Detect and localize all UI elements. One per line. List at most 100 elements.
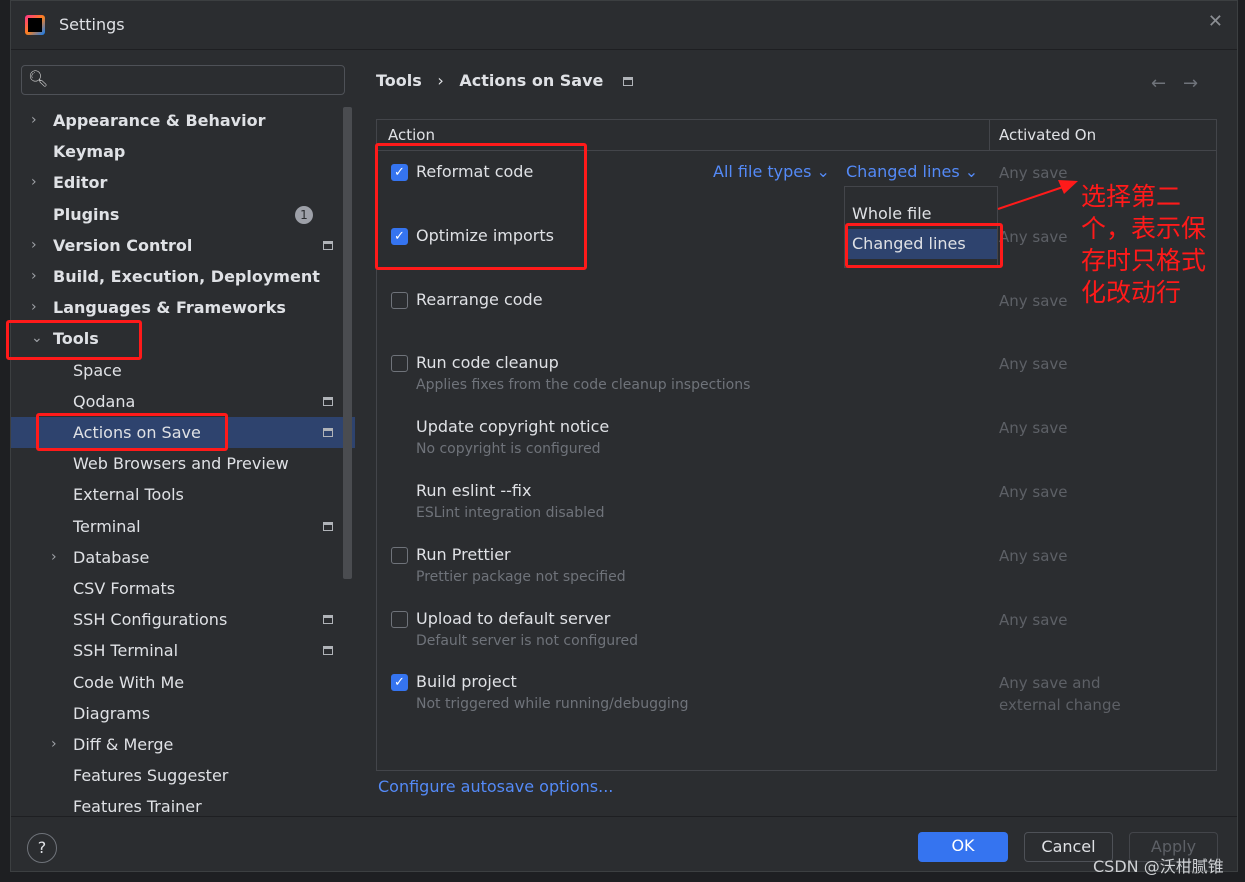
action-description: Applies fixes from the code cleanup insp… (416, 377, 751, 394)
annotation-highlight-box (6, 320, 142, 360)
forward-arrow-icon[interactable]: → (1183, 73, 1198, 94)
project-scope-icon (323, 396, 333, 406)
activated-on-value[interactable]: Any save (999, 481, 1068, 503)
annotation-highlight-box (845, 223, 1003, 268)
sidebar-item-label: Diff & Merge (73, 735, 174, 754)
sidebar-item-appearance-behavior[interactable]: › Appearance & Behavior (11, 105, 355, 136)
action-description: ESLint integration disabled (416, 505, 605, 521)
chevron-right-icon[interactable]: › (51, 729, 57, 760)
activated-on-value[interactable]: Any save and external change (999, 672, 1121, 716)
sidebar-item-terminal[interactable]: Terminal (11, 511, 355, 542)
chevron-right-icon[interactable]: › (51, 542, 57, 573)
update-count-badge: 1 (295, 205, 313, 224)
sidebar-item-build-execution-deployment[interactable]: › Build, Execution, Deployment (11, 261, 355, 292)
checkbox[interactable] (391, 546, 408, 564)
sidebar-item-code-with-me[interactable]: Code With Me (11, 667, 355, 698)
sidebar-item-label: Build, Execution, Deployment (53, 267, 320, 286)
sidebar-item-label: Languages & Frameworks (53, 298, 286, 318)
sidebar-item-features-trainer[interactable]: Features Trainer (11, 791, 355, 822)
sidebar-item-web-browsers-and-preview[interactable]: Web Browsers and Preview (11, 448, 355, 479)
sidebar-item-label: Editor (53, 173, 108, 193)
project-scope-icon (323, 521, 333, 531)
chevron-right-icon[interactable]: › (31, 261, 37, 292)
scope-dropdown[interactable]: Changed lines ⌄ (846, 162, 978, 181)
sidebar-item-label: Code With Me (73, 672, 185, 692)
activated-on-value[interactable]: Any save (999, 226, 1068, 248)
chevron-right-icon[interactable]: › (31, 167, 37, 198)
action-label: Run code cleanup (416, 353, 559, 373)
checkbox[interactable]: ✓ (391, 674, 408, 692)
project-scope-icon (323, 240, 333, 250)
activated-on-value[interactable]: Any save (999, 417, 1068, 439)
breadcrumb: Tools › Actions on Save (376, 71, 633, 90)
sidebar-item-label: Plugins (53, 204, 120, 224)
sidebar-item-diff-merge[interactable]: › Diff & Merge (11, 729, 355, 760)
sidebar-item-label: Web Browsers and Preview (73, 454, 289, 474)
column-divider[interactable] (989, 120, 990, 151)
sidebar-item-label: SSH Terminal (73, 641, 179, 661)
file-types-dropdown[interactable]: All file types ⌄ (713, 162, 830, 181)
settings-search-input[interactable]: 🔍︎ (21, 65, 345, 95)
divider (11, 816, 1237, 817)
sidebar-item-database[interactable]: › Database (11, 542, 355, 573)
sidebar-item-ssh-configurations[interactable]: SSH Configurations (11, 604, 355, 635)
sidebar-item-diagrams[interactable]: Diagrams (11, 698, 355, 729)
checkbox[interactable] (391, 291, 408, 309)
activated-on-value[interactable]: Any save (999, 545, 1068, 567)
ok-button[interactable]: OK (918, 832, 1008, 862)
sidebar-item-label: Features Suggester (73, 766, 229, 786)
divider (11, 49, 1237, 50)
project-scope-icon (323, 428, 333, 437)
sidebar-item-label: Database (73, 547, 150, 567)
sidebar-item-label: SSH Configurations (73, 610, 228, 630)
annotation-text: 选择第二个，表示保存时只格式化改动行 (1081, 182, 1207, 307)
annotation-highlight-box (36, 413, 228, 451)
sidebar-item-label: CSV Formats (73, 579, 176, 598)
sidebar-item-keymap[interactable]: Keymap (11, 136, 355, 167)
action-label: Upload to default server (416, 608, 611, 628)
action-label: Run eslint --fix (416, 481, 532, 500)
activated-on-value[interactable]: Any save (999, 353, 1068, 375)
action-label: Run Prettier (416, 544, 511, 564)
activated-on-value[interactable]: Any save (999, 290, 1068, 312)
action-label: Update copyright notice (416, 417, 610, 437)
sidebar-scrollbar[interactable] (343, 107, 352, 579)
close-icon[interactable]: ✕ (1208, 11, 1223, 32)
back-arrow-icon[interactable]: ← (1151, 73, 1166, 94)
column-header-activated-on: Activated On (999, 126, 1097, 144)
configure-autosave-link[interactable]: Configure autosave options... (378, 777, 613, 796)
help-button[interactable]: ? (27, 833, 57, 863)
sidebar-item-label: Appearance & Behavior (53, 111, 266, 130)
annotation-arrow-icon (997, 180, 1078, 210)
sidebar-item-csv-formats[interactable]: CSV Formats (11, 573, 355, 604)
sidebar-item-external-tools[interactable]: External Tools (11, 479, 355, 510)
sidebar-item-features-suggester[interactable]: Features Suggester (11, 760, 355, 791)
breadcrumb-separator: › (437, 71, 444, 90)
annotation-highlight-box (375, 143, 587, 270)
action-description: Not triggered while running/debugging (416, 696, 689, 713)
action-description: Default server is not configured (416, 632, 639, 649)
action-label: Rearrange code (416, 289, 543, 309)
sidebar-item-label: Keymap (53, 142, 126, 162)
checkbox[interactable] (391, 610, 408, 628)
sidebar-item-label: Version Control (53, 235, 193, 255)
sidebar-item-languages-frameworks[interactable]: › Languages & Frameworks (11, 292, 355, 323)
sidebar-item-label: Terminal (73, 516, 141, 536)
project-scope-icon (622, 77, 633, 86)
sidebar-item-editor[interactable]: › Editor (11, 167, 355, 198)
settings-dialog: Settings ✕ 🔍︎ › Appearance & Behavior Keym… (6, 0, 1238, 876)
breadcrumb-parent[interactable]: Tools (376, 71, 422, 90)
sidebar-item-label: Features Trainer (73, 797, 202, 817)
chevron-right-icon[interactable]: › (31, 230, 37, 261)
sidebar-item-label: External Tools (73, 485, 184, 505)
chevron-right-icon[interactable]: › (31, 292, 37, 323)
sidebar-item-version-control[interactable]: › Version Control (11, 230, 355, 261)
action-description: No copyright is configured (416, 441, 601, 458)
action-label: Build project (416, 672, 517, 692)
watermark: CSDN @沃柑腻锥 (1093, 857, 1224, 876)
sidebar-item-plugins[interactable]: Plugins 1 (11, 199, 355, 230)
chevron-right-icon[interactable]: › (31, 105, 37, 136)
sidebar-item-ssh-terminal[interactable]: SSH Terminal (11, 635, 355, 666)
checkbox[interactable] (391, 355, 408, 373)
activated-on-value[interactable]: Any save (999, 609, 1068, 631)
